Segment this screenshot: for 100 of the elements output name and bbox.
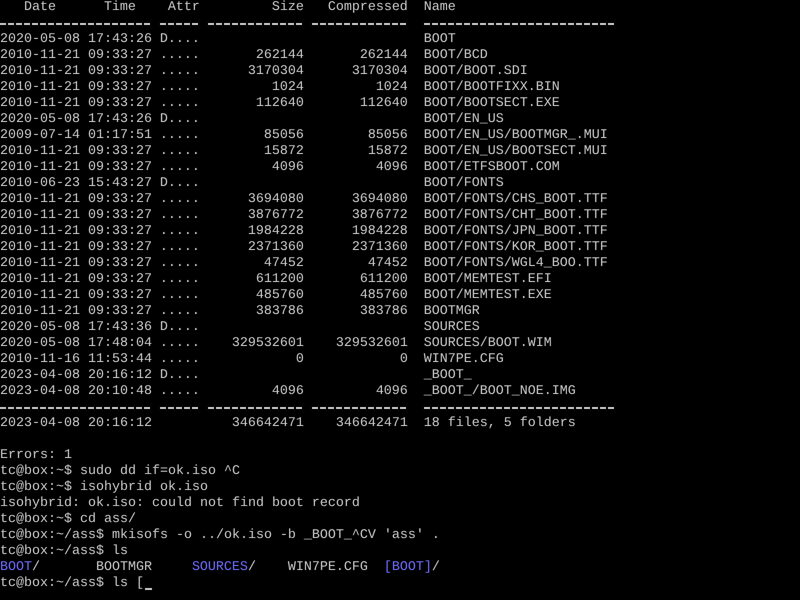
table-cell-text: 346642471 [334,416,408,432]
table-cell-text: 329532601 [334,336,408,352]
table-cell: ..... [160,192,200,208]
table-cell-text: 485760 [358,288,408,304]
table-cell-text: _BOOT_/BOOT_NOE.IMG [424,384,577,400]
terminal-line: isohybrid: ok.iso: could not find boot record [0,496,360,512]
table-cell-text: 47452 [366,256,408,272]
table-cell-text: 611200 [254,272,304,288]
table-cell: 2009-07-14 [0,128,80,144]
column-header: Name [424,0,457,16]
table-cell: 2023-04-08 [0,384,80,400]
table-cell-text: 2371360 [246,240,304,256]
table-cell-text: BOOTMGR [424,304,481,320]
column-header: Compressed [326,0,408,16]
table-cell: 09:33:27 [88,240,152,256]
terminal-line: tc@box:~$ isohybrid ok.iso [0,480,208,496]
table-cell: ..... [160,80,200,96]
table-cell: 09:33:27 [88,48,152,64]
table-cell: 20:16:12 [88,416,152,432]
table-cell-text: 485760 [254,288,304,304]
table-cell-text: 611200 [358,272,408,288]
table-cell: 17:43:26 [88,112,152,128]
table-cell-text: 3170304 [246,64,304,80]
terminal-line: tc@box:~/ass$ mkisofs -o ../ok.iso -b _BOOT_^CV 'ass' . [0,528,440,544]
table-cell: 2020-05-08 [0,336,80,352]
table-cell-text: 383786 [358,304,408,320]
table-cell-text: 112640 [358,96,408,112]
table-cell: 2010-11-21 [0,272,80,288]
table-cell: ..... [160,208,200,224]
table-cell: ..... [160,144,200,160]
directory-entry: SOURCES/ [192,560,257,576]
table-cell: ..... [160,272,200,288]
table-cell-text: WIN7PE.CFG [424,352,505,368]
terminal-line: tc@box:~$ cd ass/ [0,512,136,528]
table-cell: 09:33:27 [88,224,152,240]
table-cell: ..... [160,352,200,368]
table-cell: BOOT/FONTS/CHS_BOOT.TTF [424,192,608,208]
table-cell-text: BOOT/BOOTSECT.EXE [424,96,561,112]
table-cell-text: 1984228 [246,224,304,240]
table-cell: BOOT/FONTS/WGL4_BOO.TTF [424,256,608,272]
terminal-line: tc@box:~/ass$ ls [0,544,128,560]
table-cell: BOOT/FONTS/CHT_BOOT.TTF [424,208,608,224]
table-cell: 09:33:27 [88,208,152,224]
table-cell-text: BOOT/BCD [424,48,489,64]
table-cell: 2010-11-21 [0,240,80,256]
table-cell: BOOT/FONTS/JPN_BOOT.TTF [424,224,608,240]
table-cell: ..... [160,336,200,352]
table-cell: 2010-11-21 [0,192,80,208]
table-cell: ..... [160,160,200,176]
table-cell: 2010-11-16 [0,352,80,368]
table-cell-text: SOURCES/BOOT.WIM [424,336,553,352]
table-cell: D.... [160,368,200,384]
table-cell: 2020-05-08 [0,320,80,336]
table-cell-text: 15872 [366,144,408,160]
file-entry: WIN7PE.CFG [288,560,369,576]
table-cell-text: BOOT/MEMTEST.EXE [424,288,553,304]
table-cell: ..... [160,96,200,112]
table-cell-text: BOOT/FONTS [424,176,505,192]
table-cell: 2020-05-08 [0,32,80,48]
table-cell-text: 4096 [270,160,304,176]
table-cell-text: BOOT/BOOTFIXX.BIN [424,80,561,96]
table-cell: D.... [160,32,200,48]
command-input[interactable]: tc@box:~/ass$ ls [ [0,576,144,592]
column-header: Time [102,0,137,16]
table-cell-text: 4096 [374,384,408,400]
table-cell: 2010-11-21 [0,48,80,64]
table-cell-text: 3694080 [246,192,304,208]
table-cell: BOOT/FONTS/KOR_BOOT.TTF [424,240,608,256]
table-cell: ..... [160,288,200,304]
table-cell: 15:43:27 [88,176,152,192]
table-cell-text: 85056 [366,128,408,144]
table-cell-text: 4096 [374,160,408,176]
column-header: Size [270,0,304,16]
table-cell-text: 1984228 [350,224,408,240]
table-cell-text: BOOT/MEMTEST.EFI [424,272,553,288]
table-cell-text: 1024 [270,80,304,96]
table-cell: 11:53:44 [88,352,152,368]
table-cell: ..... [160,384,200,400]
table-cell-text: 0 [398,352,408,368]
table-cell-text: SOURCES [424,320,481,336]
directory-entry: BOOT/ [0,560,41,576]
table-cell-text: 4096 [270,384,304,400]
table-cell: D.... [160,320,200,336]
table-cell-text: BOOT [424,32,457,48]
table-cell: BOOT/EN_US/BOOTMGR_.MUI [424,128,608,144]
table-cell-text: 47452 [262,256,304,272]
table-cell: 2010-11-21 [0,304,80,320]
table-cell: 09:33:27 [88,288,152,304]
table-cell-text: 2371360 [350,240,408,256]
table-cell: 09:33:27 [88,160,152,176]
table-cell: 17:43:36 [88,320,152,336]
table-cell: 09:33:27 [88,80,152,96]
table-cell: 2010-11-21 [0,144,80,160]
terminal-line: tc@box:~$ sudo dd if=ok.iso ^C [0,464,240,480]
table-cell: ..... [160,48,200,64]
table-cell-text: 346642471 [230,416,304,432]
table-cell: ..... [160,240,200,256]
table-cell: 01:17:51 [88,128,152,144]
table-cell: 2010-11-21 [0,224,80,240]
table-cell-text: BOOT/BOOT.SDI [424,64,529,80]
